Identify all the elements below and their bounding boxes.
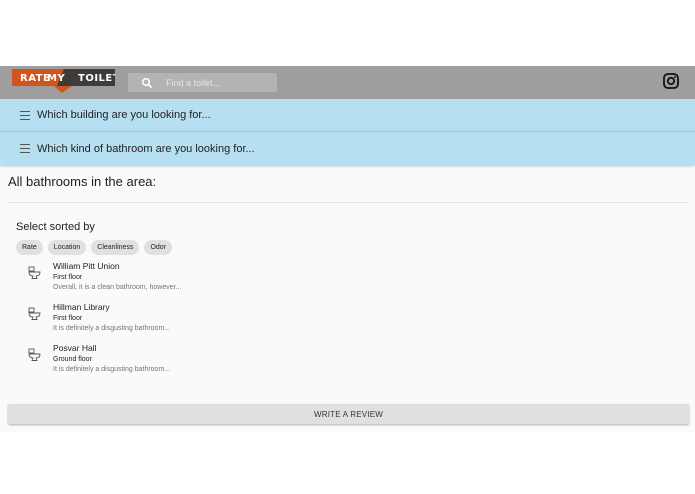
bathroom-floor: Ground floor xyxy=(53,356,92,363)
sort-chip-odor[interactable]: Odor xyxy=(144,240,173,255)
bathroom-review: It is definitely a disgusting bathroom..… xyxy=(53,325,171,332)
search-input[interactable] xyxy=(166,73,274,92)
sort-chip-group: Rate Location Cleanliness Odor xyxy=(16,240,173,255)
building-filter-menu[interactable]: Which building are you looking for... xyxy=(0,99,695,132)
toilet-icon xyxy=(28,348,41,361)
search-icon xyxy=(141,77,153,89)
rate-my-toilet-logo[interactable]: RATE MY TOILET xyxy=(12,69,115,93)
bathroom-review: Overall, it is a clean bathroom, however… xyxy=(53,284,182,291)
instagram-icon[interactable] xyxy=(663,73,679,89)
bathroom-name: Hillman Library xyxy=(53,302,110,312)
search-bar[interactable] xyxy=(128,73,277,92)
building-filter-label: Which building are you looking for... xyxy=(37,109,211,121)
bathroom-floor: First floor xyxy=(53,315,83,322)
page-title: All bathrooms in the area: xyxy=(8,174,157,189)
divider xyxy=(8,202,688,203)
logo-word-my: MY xyxy=(47,73,65,84)
toilet-icon xyxy=(28,307,41,320)
logo-word-rate: RATE xyxy=(20,73,50,84)
bathroom-name: William Pitt Union xyxy=(53,261,120,271)
sort-chip-rate[interactable]: Rate xyxy=(16,240,43,255)
bathroom-name: Posvar Hall xyxy=(53,343,97,353)
bathroom-review: It is definitely a disgusting bathroom..… xyxy=(53,366,171,373)
toilet-icon xyxy=(28,266,41,279)
write-review-button[interactable]: WRITE A REVIEW xyxy=(8,404,689,424)
list-item[interactable]: Hillman Library First floor It is defini… xyxy=(26,302,326,340)
sort-title: Select sorted by xyxy=(16,221,95,233)
app-container: RATE MY TOILET Which building are you lo… xyxy=(0,66,695,432)
logo-word-toilet: TOILET xyxy=(78,73,115,84)
list-item[interactable]: Posvar Hall Ground floor It is definitel… xyxy=(26,343,326,381)
sort-chip-location[interactable]: Location xyxy=(47,240,87,255)
bathroom-type-filter-menu[interactable]: Which kind of bathroom are you looking f… xyxy=(0,132,695,165)
menu-icon xyxy=(20,144,30,153)
sort-chip-cleanliness[interactable]: Cleanliness xyxy=(91,240,140,255)
bathroom-type-filter-label: Which kind of bathroom are you looking f… xyxy=(37,142,255,155)
menu-icon xyxy=(20,111,30,120)
list-item[interactable]: William Pitt Union First floor Overall, … xyxy=(26,261,326,299)
bathroom-floor: First floor xyxy=(53,274,83,281)
top-app-bar: RATE MY TOILET xyxy=(0,66,695,99)
